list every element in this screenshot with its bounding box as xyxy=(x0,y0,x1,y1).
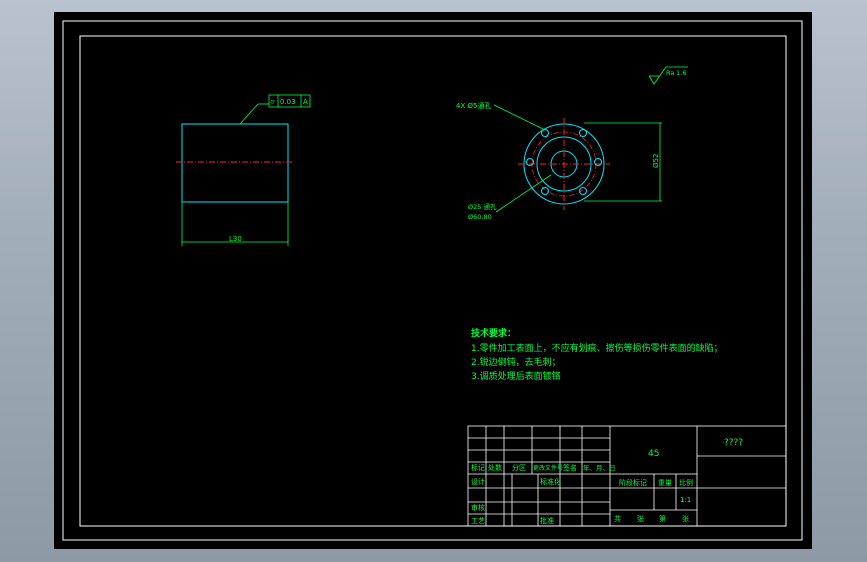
sheet-unit-2: 张 xyxy=(682,514,689,523)
gdt-tolerance: 0.03 xyxy=(280,98,296,106)
side-view: L30 ⌭ 0.03 A xyxy=(176,94,311,246)
tech-title: 技术要求： xyxy=(471,327,516,339)
length-dimension: L30 xyxy=(229,235,242,243)
height-dimension: Ø52 xyxy=(652,154,660,168)
header-count: 处数 xyxy=(488,463,502,472)
header-mark: 标记 xyxy=(471,463,485,472)
roughness-prefix: Ra xyxy=(666,69,674,77)
row-approve: 批准 xyxy=(540,516,554,525)
row-standard: 标准化 xyxy=(540,477,561,486)
sheet-unit-1: 张 xyxy=(637,514,644,523)
ratio-value: 1:1 xyxy=(680,496,691,504)
sheet-total: 共 xyxy=(614,514,621,523)
roughness-value: 1.6 xyxy=(676,69,686,77)
header-date: 年、月、日 xyxy=(583,463,616,472)
material: 45 xyxy=(648,449,659,459)
header-sign: 签名 xyxy=(563,463,577,472)
cad-drawing: L30 ⌭ 0.03 A Ø52 4X Ø5通孔 Ø25 通孔 Ø60.80 R… xyxy=(62,20,803,541)
bore-diameter: Ø60.80 xyxy=(468,213,492,221)
roughness-symbol: Ra 1.6 xyxy=(648,66,688,85)
tech-item-3: 3.调质处理后表面镀铬 xyxy=(471,370,561,382)
drawing-sheet: L30 ⌭ 0.03 A Ø52 4X Ø5通孔 Ø25 通孔 Ø60.80 R… xyxy=(54,12,812,549)
tech-requirements: 技术要求： 1.零件加工表面上，不应有划痕、擦伤等损伤零件表面的缺陷； 2.锐边… xyxy=(471,327,723,382)
bolt-hole xyxy=(541,129,549,137)
gdt-datum: A xyxy=(303,98,308,106)
ratio-label: 比例 xyxy=(679,478,693,487)
stage-mark: 阶段标记 xyxy=(619,478,647,487)
holes-callout: 4X Ø5通孔 xyxy=(456,101,491,110)
part-name: ???? xyxy=(724,438,743,448)
bolt-hole xyxy=(579,129,587,137)
outer-border xyxy=(62,20,803,541)
gdt-symbol: ⌭ xyxy=(270,98,275,106)
header-zone: 分区 xyxy=(512,463,526,472)
bore-callout: Ø25 通孔 xyxy=(468,202,497,211)
tech-item-1: 1.零件加工表面上，不应有划痕、擦伤等损伤零件表面的缺陷； xyxy=(471,342,723,354)
weight-label: 重量 xyxy=(658,479,672,487)
row-review: 审核 xyxy=(471,503,485,512)
gdt-frame: ⌭ 0.03 A xyxy=(268,94,311,108)
row-design: 设计 xyxy=(471,477,485,486)
header-change-doc: 更改文件号 xyxy=(533,464,563,472)
row-process: 工艺 xyxy=(471,517,485,525)
tech-item-2: 2.锐边倒钝，去毛刺； xyxy=(471,356,561,368)
inner-frame xyxy=(79,35,787,527)
sheet-current: 第 xyxy=(659,514,666,523)
front-view: Ø52 4X Ø5通孔 Ø25 通孔 Ø60.80 xyxy=(456,101,662,221)
